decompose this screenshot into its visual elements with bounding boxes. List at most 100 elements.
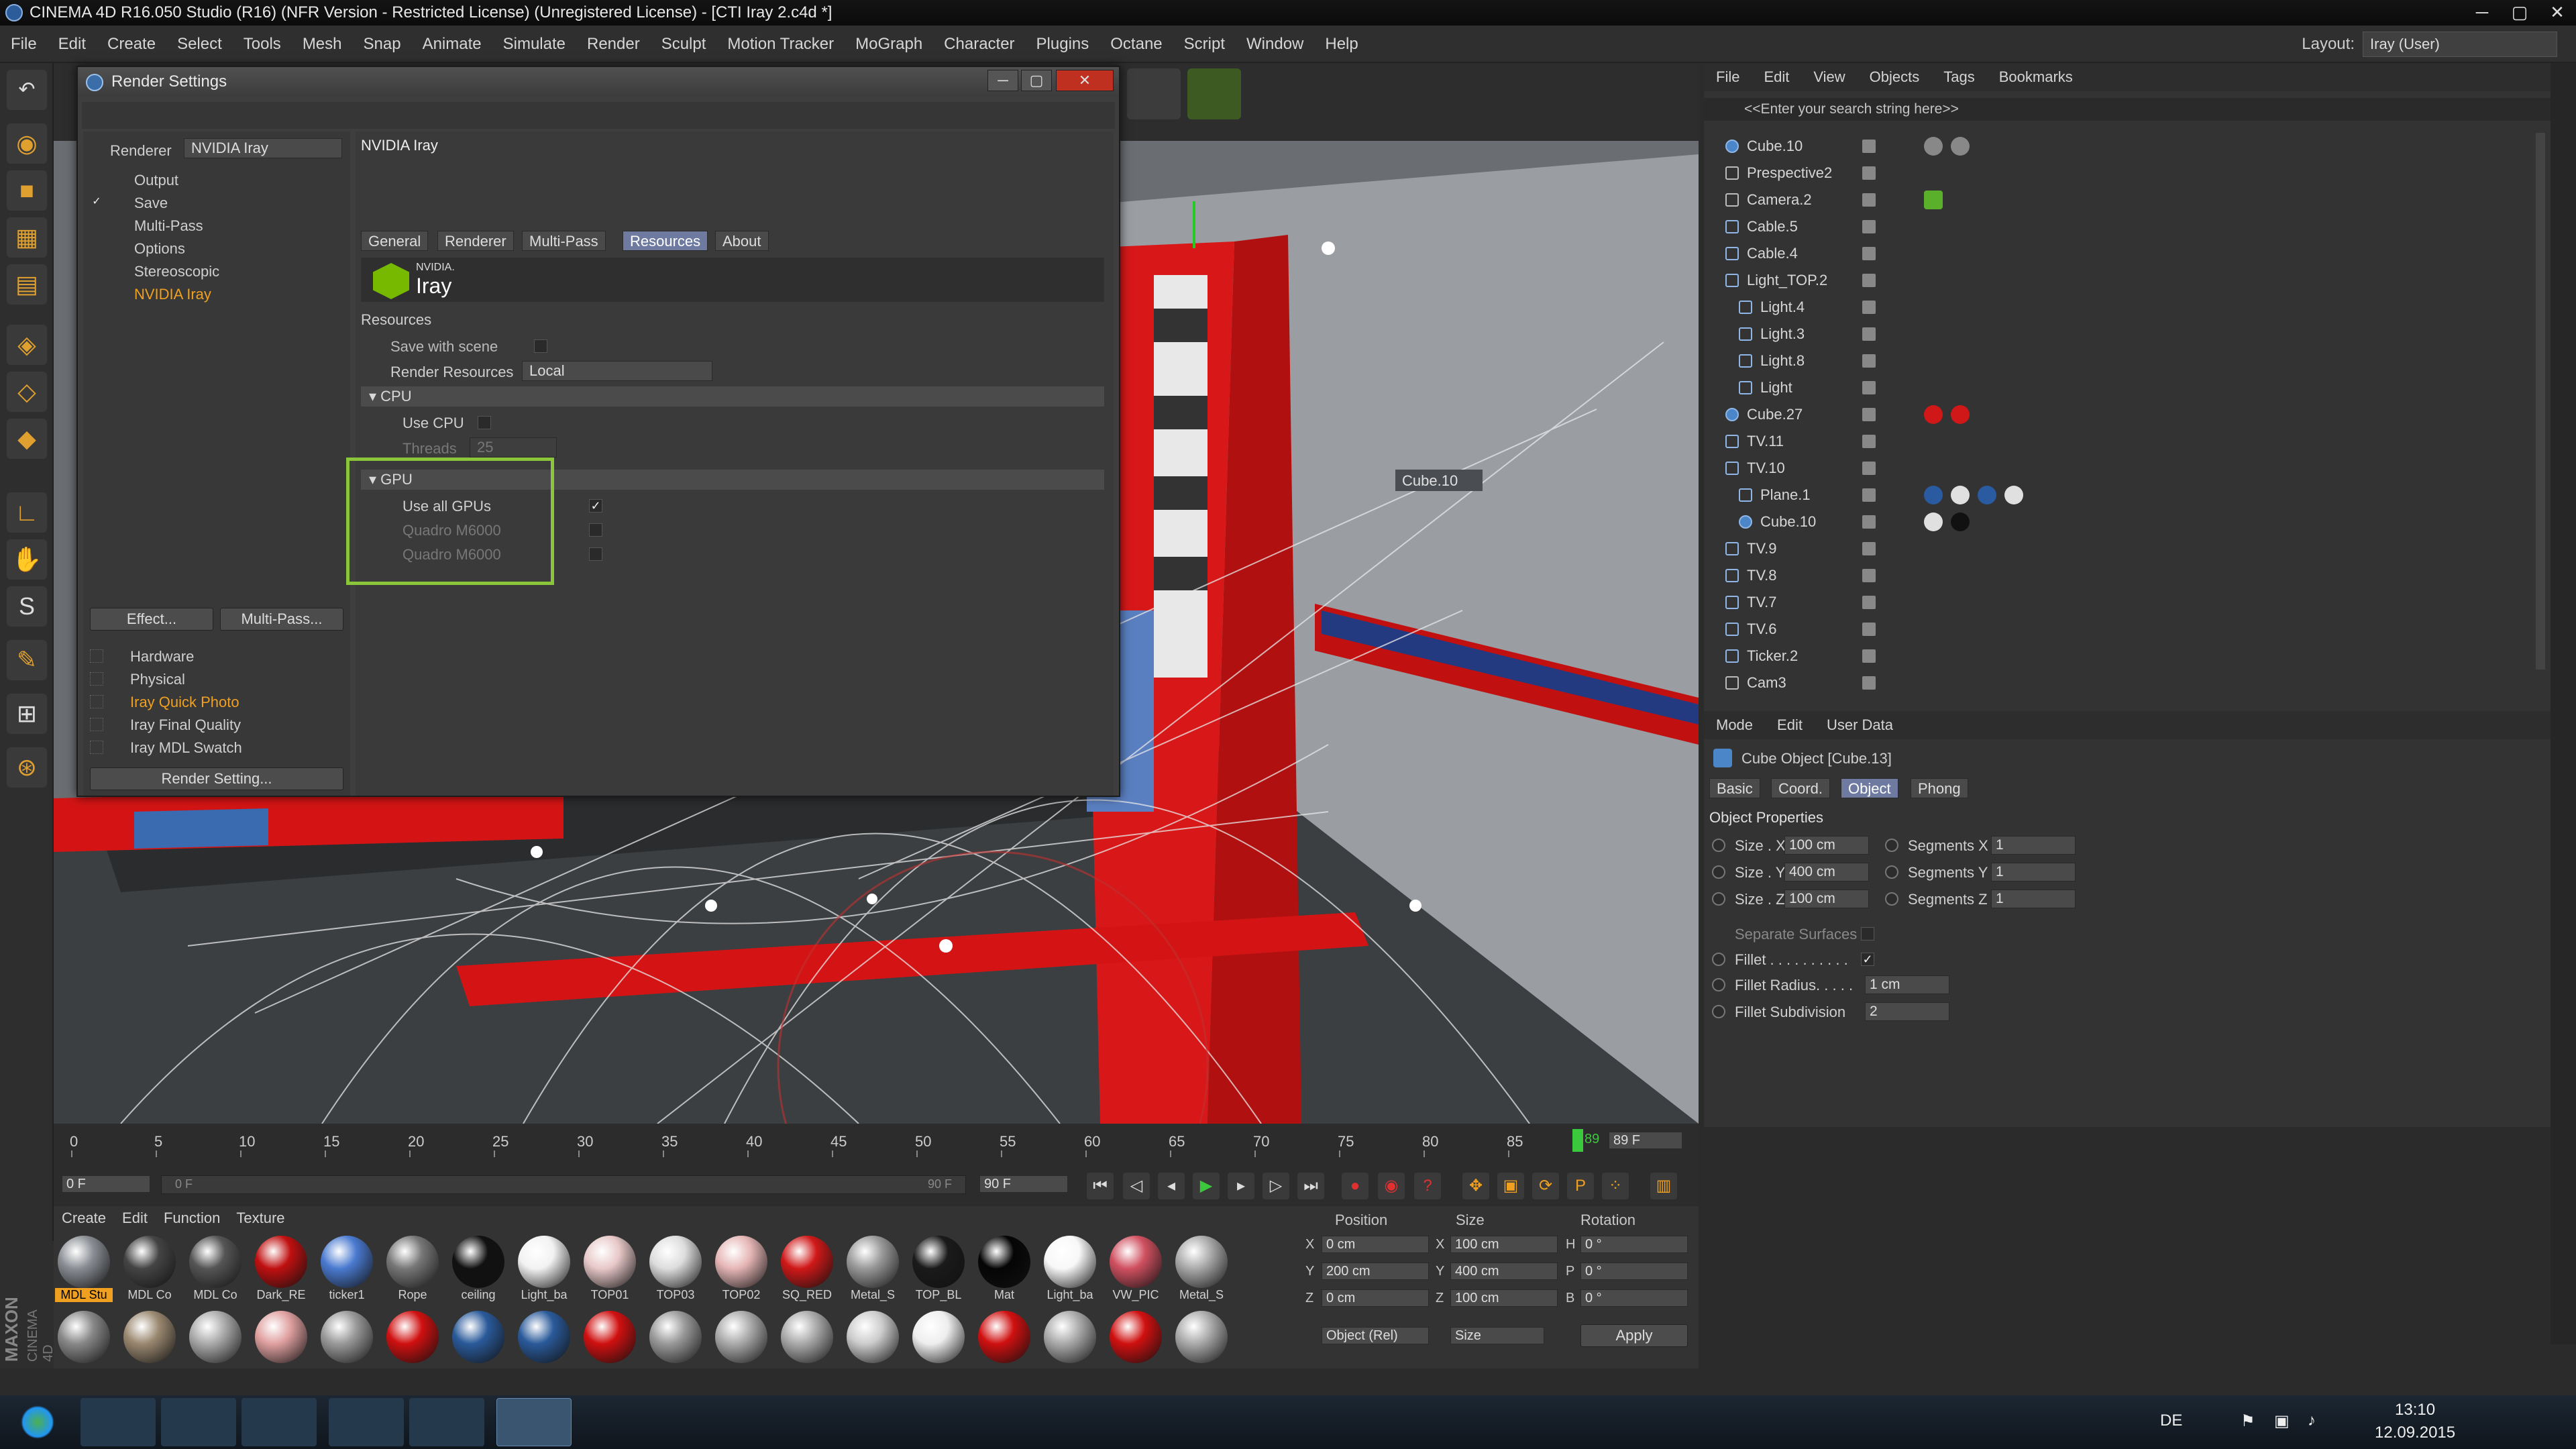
edges-mode-icon[interactable]: ◇ xyxy=(7,372,47,412)
object-row[interactable]: Cable.4 xyxy=(1704,240,2536,267)
timeline-end-field[interactable]: 89 F xyxy=(1609,1132,1682,1149)
render-setting-item[interactable]: Stereoscopic xyxy=(134,263,219,280)
visibility-toggle-icon[interactable] xyxy=(1862,274,1876,287)
size-x-coord-field[interactable]: 100 cm xyxy=(1450,1236,1558,1253)
material-black-icon[interactable] xyxy=(1951,513,1970,531)
material-swatch[interactable] xyxy=(55,1311,113,1370)
visibility-toggle-icon[interactable] xyxy=(1862,596,1876,609)
material-swatch[interactable] xyxy=(252,1311,310,1370)
preset-checkbox[interactable] xyxy=(90,718,103,731)
object-row[interactable]: Cable.5 xyxy=(1704,213,2536,240)
brush-icon[interactable]: ✎ xyxy=(7,640,47,680)
renderer-dropdown[interactable]: NVIDIA Iray xyxy=(184,138,342,158)
material-menu-function[interactable]: Function xyxy=(156,1210,228,1226)
media-player-icon[interactable] xyxy=(241,1398,317,1446)
material-swatch[interactable]: Mat xyxy=(975,1236,1033,1303)
menu-edit[interactable]: Edit xyxy=(48,25,97,63)
render-setting-checkbox[interactable] xyxy=(90,241,103,255)
save-with-scene-checkbox[interactable] xyxy=(534,339,547,353)
object-list-scrollbar[interactable] xyxy=(2536,133,2545,669)
object-menu-edit[interactable]: Edit xyxy=(1752,68,1801,85)
play-icon[interactable]: ▶ xyxy=(1193,1173,1220,1199)
material-blue-icon[interactable] xyxy=(1978,486,1996,504)
autokey-icon[interactable]: ◉ xyxy=(1378,1173,1405,1199)
visibility-toggle-icon[interactable] xyxy=(1862,569,1876,582)
tweak-mode-icon[interactable]: ✋ xyxy=(7,539,47,580)
material-swatch[interactable]: TOP03 xyxy=(647,1236,704,1303)
object-menu-view[interactable]: View xyxy=(1801,68,1857,85)
render-setting-item[interactable]: Multi-Pass xyxy=(134,217,203,235)
fillet-radius-radio[interactable] xyxy=(1712,978,1725,991)
material-swatch[interactable]: TOP_BL xyxy=(910,1236,967,1303)
visibility-toggle-icon[interactable] xyxy=(1862,193,1876,207)
separate-surfaces-checkbox[interactable] xyxy=(1861,927,1874,941)
material-menu-edit[interactable]: Edit xyxy=(114,1210,156,1226)
axis-mode-icon[interactable]: ∟ xyxy=(7,492,47,533)
visibility-toggle-icon[interactable] xyxy=(1862,515,1876,529)
object-menu-tags[interactable]: Tags xyxy=(1931,68,1986,85)
menu-render[interactable]: Render xyxy=(576,25,651,63)
material-swatch[interactable]: Light_ba xyxy=(515,1236,573,1303)
visibility-toggle-icon[interactable] xyxy=(1862,462,1876,475)
visibility-toggle-icon[interactable] xyxy=(1862,408,1876,421)
fillet-radio[interactable] xyxy=(1712,953,1725,966)
material-swatch[interactable] xyxy=(1173,1311,1230,1370)
visibility-toggle-icon[interactable] xyxy=(1862,354,1876,368)
threads-field[interactable]: 25 xyxy=(470,437,557,458)
undo-icon[interactable]: ↶ xyxy=(7,70,47,110)
light-bulb-icon[interactable] xyxy=(1127,68,1181,119)
timeline-ruler[interactable]: 0 5 10 15 20 25 30 35 40 45 50 55 60 65 70 75 80 85 xyxy=(54,1124,1699,1157)
material-swatch[interactable] xyxy=(647,1311,704,1370)
render-setting-checkbox[interactable]: ✓ xyxy=(90,196,103,209)
pla-key-icon[interactable]: ⁘ xyxy=(1602,1173,1629,1199)
dialog-maximize-button[interactable]: ▢ xyxy=(1021,70,1052,91)
object-mode-icon[interactable]: ■ xyxy=(7,170,47,211)
material-swatch[interactable]: Light_ba xyxy=(1041,1236,1099,1303)
material-swatch[interactable]: MDL Stu xyxy=(55,1236,113,1303)
material-swatch[interactable]: ceiling xyxy=(449,1236,507,1303)
volume-icon[interactable]: ♪ xyxy=(2308,1411,2316,1430)
object-row[interactable]: TV.10 xyxy=(1704,455,2536,482)
material-white-icon[interactable] xyxy=(1924,513,1943,531)
language-indicator[interactable]: DE xyxy=(2160,1411,2182,1430)
material-swatch[interactable] xyxy=(778,1311,836,1370)
visibility-toggle-icon[interactable] xyxy=(1862,140,1876,153)
object-row[interactable]: Light.8 xyxy=(1704,347,2536,374)
right-side-tabs[interactable] xyxy=(2551,63,2576,1344)
menu-plugins[interactable]: Plugins xyxy=(1026,25,1100,63)
render-setting-item[interactable]: Save xyxy=(134,195,168,212)
material-swatch[interactable] xyxy=(121,1311,178,1370)
material-menu-texture[interactable]: Texture xyxy=(228,1210,292,1226)
preset-checkbox[interactable] xyxy=(90,672,103,686)
cinema4d-taskbar-icon[interactable] xyxy=(496,1398,572,1446)
scale-key-icon[interactable]: ▣ xyxy=(1497,1173,1524,1199)
chrome-icon[interactable] xyxy=(329,1398,404,1446)
flag-icon[interactable]: ⚑ xyxy=(2241,1411,2255,1431)
visibility-toggle-icon[interactable] xyxy=(1862,166,1876,180)
snap-icon[interactable]: S xyxy=(7,586,47,627)
effect-button[interactable]: Effect... xyxy=(90,608,213,631)
object-row[interactable]: Light xyxy=(1704,374,2536,401)
object-row[interactable]: Cube.10 xyxy=(1704,508,2536,535)
object-row[interactable]: TV.9 xyxy=(1704,535,2536,562)
object-row[interactable]: Cube.27 xyxy=(1704,401,2536,428)
material-menu-create[interactable]: Create xyxy=(54,1210,114,1226)
object-menu-file[interactable]: File xyxy=(1704,68,1752,85)
preset-checkbox[interactable] xyxy=(90,695,103,708)
attribute-menu-user-data[interactable]: User Data xyxy=(1815,716,1905,733)
size-mode-dropdown[interactable]: Size xyxy=(1450,1327,1544,1344)
material-swatch[interactable] xyxy=(1107,1311,1165,1370)
size-y-field[interactable]: 400 cm xyxy=(1784,863,1869,881)
material-swatch[interactable] xyxy=(515,1311,573,1370)
render-preset-item[interactable]: Iray MDL Swatch xyxy=(130,739,242,757)
menu-motion-tracker[interactable]: Motion Tracker xyxy=(716,25,845,63)
render-preset-item[interactable]: Hardware xyxy=(130,648,194,665)
render-preset-item[interactable]: Iray Quick Photo xyxy=(130,694,239,711)
object-menu-objects[interactable]: Objects xyxy=(1858,68,1932,85)
size-y-radio[interactable] xyxy=(1712,865,1725,879)
segments-x-radio[interactable] xyxy=(1885,839,1898,852)
material-swatch[interactable]: Metal_S xyxy=(844,1236,902,1303)
record-icon[interactable]: ● xyxy=(1342,1173,1368,1199)
go-to-start-icon[interactable]: ⏮ xyxy=(1087,1173,1114,1199)
object-row[interactable]: Cube.10 xyxy=(1704,133,2536,160)
